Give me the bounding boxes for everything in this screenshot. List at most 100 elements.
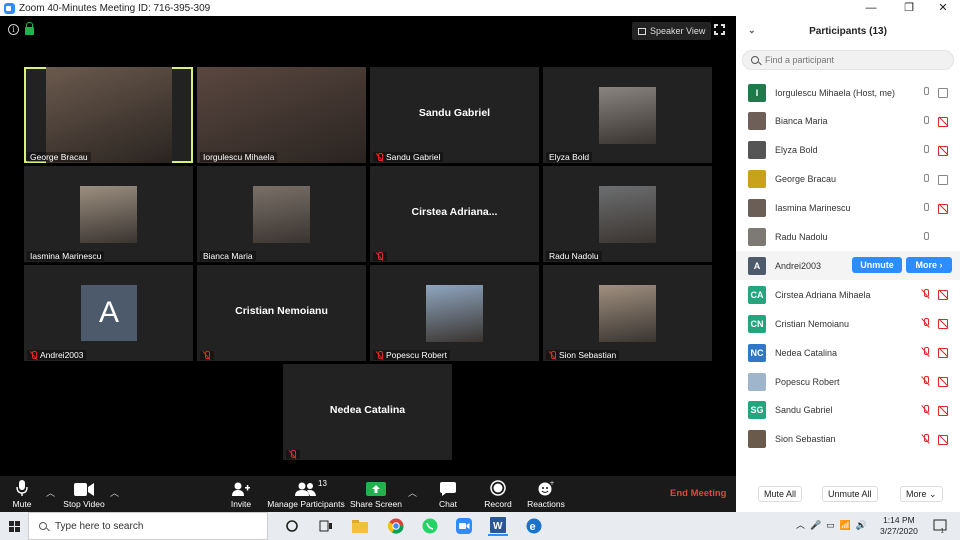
info-icon[interactable]: i bbox=[8, 24, 19, 35]
taskbar-search[interactable]: Type here to search bbox=[28, 512, 268, 540]
mute-all-button[interactable]: Mute All bbox=[758, 486, 803, 502]
video-off-icon[interactable] bbox=[938, 405, 950, 416]
video-tile[interactable]: Bianca Maria bbox=[197, 166, 366, 262]
mic-icon[interactable] bbox=[922, 231, 930, 242]
end-meeting-button[interactable]: End Meeting bbox=[670, 488, 726, 499]
participant-row[interactable]: Radu Nadolu bbox=[736, 223, 960, 252]
participant-row[interactable]: A Andrei2003 Unmute More › bbox=[736, 251, 960, 281]
chrome-icon[interactable] bbox=[386, 516, 406, 536]
video-off-icon[interactable] bbox=[938, 434, 950, 445]
encryption-lock-icon[interactable] bbox=[25, 22, 34, 35]
whatsapp-icon[interactable] bbox=[420, 516, 440, 536]
fullscreen-icon[interactable] bbox=[713, 23, 726, 36]
more-options-button[interactable]: More ⌄ bbox=[900, 486, 943, 502]
participant-name: Radu Nadolu bbox=[775, 232, 828, 242]
muted-mic-icon[interactable] bbox=[922, 376, 930, 386]
video-tile[interactable]: Sandu Gabriel Sandu Gabriel bbox=[370, 67, 539, 163]
word-icon[interactable]: W bbox=[488, 516, 508, 536]
muted-mic-icon[interactable] bbox=[922, 289, 930, 299]
video-tile[interactable]: Iorgulescu Mihaela bbox=[197, 67, 366, 163]
participant-video bbox=[197, 67, 366, 163]
participant-row[interactable]: Popescu Robert bbox=[736, 367, 960, 396]
maximize-button[interactable]: ❐ bbox=[894, 0, 924, 16]
video-tile[interactable]: A Andrei2003 bbox=[24, 265, 193, 361]
unmute-all-button[interactable]: Unmute All bbox=[822, 486, 878, 502]
participant-row[interactable]: CN Cristian Nemoianu bbox=[736, 309, 960, 338]
reactions-button[interactable]: + Reactions bbox=[526, 476, 566, 512]
taskbar-clock[interactable]: 1:14 PM 3/27/2020 bbox=[880, 515, 918, 537]
participant-row[interactable]: Sion Sebastian bbox=[736, 425, 960, 454]
participant-row[interactable]: Elyza Bold bbox=[736, 136, 960, 165]
video-tile[interactable]: Radu Nadolu bbox=[543, 166, 712, 262]
participants-panel: ⌄ Participants (13) I Iorgulescu Mihaela … bbox=[736, 16, 960, 512]
share-screen-button[interactable]: Share Screen bbox=[350, 476, 402, 512]
close-button[interactable]: ✕ bbox=[928, 0, 958, 16]
video-tile[interactable]: Popescu Robert bbox=[370, 265, 539, 361]
muted-mic-icon[interactable] bbox=[922, 347, 930, 357]
record-button[interactable]: Record bbox=[484, 476, 512, 512]
participant-row[interactable]: George Bracau bbox=[736, 165, 960, 194]
collapse-chevron-icon[interactable]: ⌄ bbox=[748, 25, 756, 36]
participant-search[interactable] bbox=[742, 50, 954, 70]
participant-row[interactable]: I Iorgulescu Mihaela (Host, me) bbox=[736, 78, 960, 107]
video-tile[interactable]: George Bracau bbox=[24, 67, 193, 163]
mic-icon[interactable] bbox=[922, 115, 930, 126]
audio-options-caret[interactable]: ︿ bbox=[46, 486, 55, 499]
system-tray[interactable]: ︿ 🎤 ▭ 📶 🔊 bbox=[796, 518, 867, 531]
notifications-icon[interactable]: 1 bbox=[930, 516, 950, 536]
video-icon[interactable] bbox=[938, 88, 950, 98]
speaker-view-button[interactable]: Speaker View bbox=[632, 22, 712, 40]
video-tile[interactable]: Sion Sebastian bbox=[543, 265, 712, 361]
share-options-caret[interactable]: ︿ bbox=[408, 486, 417, 499]
muted-mic-icon[interactable] bbox=[922, 318, 930, 328]
cortana-icon[interactable] bbox=[282, 516, 302, 536]
participant-row[interactable]: Bianca Maria bbox=[736, 107, 960, 136]
zoom-app-icon[interactable] bbox=[454, 516, 474, 536]
video-off-icon[interactable] bbox=[938, 348, 950, 359]
video-tile[interactable]: Nedea Catalina bbox=[283, 364, 452, 460]
video-camera-icon bbox=[74, 483, 94, 496]
video-tile[interactable]: Elyza Bold bbox=[543, 67, 712, 163]
task-view-icon[interactable] bbox=[316, 516, 336, 536]
stop-video-button[interactable]: Stop Video bbox=[62, 476, 106, 512]
mic-icon[interactable] bbox=[922, 87, 930, 97]
participant-photo bbox=[253, 186, 310, 243]
video-off-icon[interactable] bbox=[938, 319, 950, 330]
minimize-button[interactable]: — bbox=[856, 0, 886, 16]
manage-participants-button[interactable]: Manage Participants bbox=[266, 476, 346, 512]
video-icon[interactable] bbox=[938, 174, 950, 185]
mic-icon[interactable] bbox=[922, 202, 930, 213]
video-tile[interactable]: Cirstea Adriana... bbox=[370, 166, 539, 262]
start-button[interactable] bbox=[0, 512, 28, 540]
tile-name-label: Popescu Robert bbox=[373, 350, 450, 360]
mic-icon[interactable] bbox=[922, 173, 930, 184]
participant-row[interactable]: NC Nedea Catalina bbox=[736, 338, 960, 367]
video-options-caret[interactable]: ︿ bbox=[110, 486, 119, 499]
muted-mic-icon[interactable] bbox=[922, 404, 930, 415]
tile-name-label: Elyza Bold bbox=[546, 152, 593, 162]
participant-search-input[interactable] bbox=[765, 55, 945, 65]
video-tile[interactable]: Cristian Nemoianu bbox=[197, 265, 366, 361]
invite-button[interactable]: Invite bbox=[228, 476, 254, 512]
participant-row[interactable]: CA Cirstea Adriana Mihaela bbox=[736, 280, 960, 309]
video-off-icon[interactable] bbox=[938, 203, 950, 214]
mute-button[interactable]: Mute bbox=[10, 476, 34, 512]
edge-icon[interactable]: e bbox=[524, 516, 544, 536]
mic-icon[interactable] bbox=[922, 144, 930, 155]
chat-bubble-icon bbox=[440, 482, 456, 496]
tile-name-label: George Bracau bbox=[27, 152, 91, 162]
file-explorer-icon[interactable] bbox=[350, 516, 370, 536]
chat-button[interactable]: Chat bbox=[436, 476, 460, 512]
more-participant-button[interactable]: More › bbox=[906, 257, 952, 274]
video-off-icon[interactable] bbox=[938, 377, 950, 387]
muted-mic-icon[interactable] bbox=[922, 433, 930, 444]
participant-row[interactable]: SG Sandu Gabriel bbox=[736, 396, 960, 425]
participant-name: Cirstea Adriana Mihaela bbox=[775, 289, 871, 300]
participant-row[interactable]: Iasmina Marinescu bbox=[736, 194, 960, 223]
participant-name: Sandu Gabriel bbox=[775, 405, 833, 416]
video-off-icon[interactable] bbox=[938, 145, 950, 156]
video-tile[interactable]: Iasmina Marinescu bbox=[24, 166, 193, 262]
video-off-icon[interactable] bbox=[938, 290, 950, 301]
unmute-participant-button[interactable]: Unmute bbox=[852, 257, 902, 274]
video-off-icon[interactable] bbox=[938, 116, 950, 127]
